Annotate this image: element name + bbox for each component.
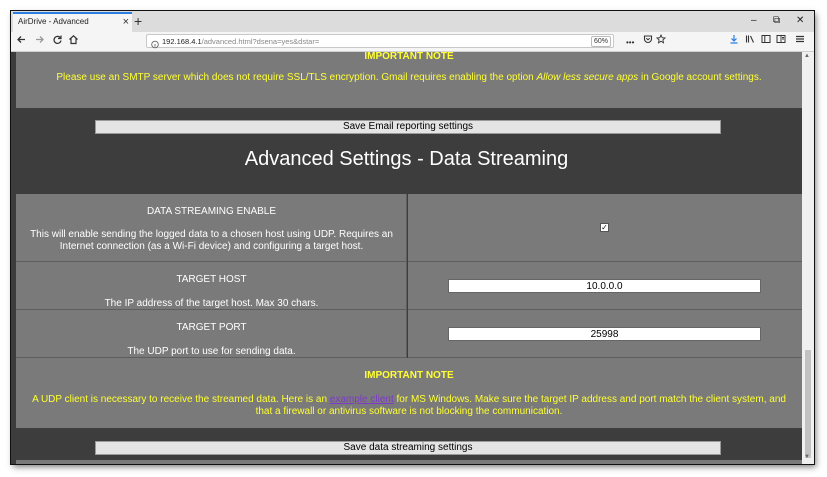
tab-close-icon[interactable]: × xyxy=(123,15,129,29)
restore-icon[interactable]: ⧉ xyxy=(773,14,780,28)
minimize-icon[interactable]: – xyxy=(751,14,757,28)
vertical-scrollbar[interactable]: ▲ ▼ xyxy=(802,52,814,464)
back-arrow-icon[interactable] xyxy=(16,34,27,50)
url-path: /advanced.html?dsena=yes&dstar= xyxy=(201,37,320,46)
email-note-text-italic: Allow less secure apps xyxy=(536,72,639,83)
target-host-row: TARGET HOST The IP address of the target… xyxy=(16,262,802,310)
target-host-description: The IP address of the target host. Max 3… xyxy=(104,298,319,309)
streaming-enable-checkbox[interactable]: ✓ xyxy=(600,223,609,232)
streaming-note-heading: IMPORTANT NOTE xyxy=(364,370,454,381)
target-host-control-cell xyxy=(408,262,802,310)
pocket-icon[interactable] xyxy=(643,34,653,49)
next-section-edge xyxy=(16,460,802,464)
target-port-row: TARGET PORT The UDP port to use for send… xyxy=(16,310,802,358)
title-bar: AirDrive - Advanced × + – ⧉ ✕ xyxy=(11,11,814,32)
page-actions-icon[interactable]: ••• xyxy=(626,35,634,50)
sidebar-icon[interactable] xyxy=(761,34,771,49)
library-icon[interactable] xyxy=(745,34,756,49)
zoom-level[interactable]: 60% xyxy=(591,36,612,47)
target-host-label-cell: TARGET HOST The IP address of the target… xyxy=(16,262,407,310)
reload-icon[interactable] xyxy=(52,34,63,50)
target-host-input[interactable] xyxy=(448,279,761,293)
browser-window: AirDrive - Advanced × + – ⧉ ✕ 192.168.4.… xyxy=(11,11,814,464)
browser-tab[interactable]: AirDrive - Advanced × xyxy=(13,12,132,32)
email-important-note: IMPORTANT NOTE Please use an SMTP server… xyxy=(16,52,802,108)
new-tab-icon[interactable]: + xyxy=(134,12,142,30)
home-icon[interactable] xyxy=(68,34,79,50)
email-note-text: Please use an SMTP server which does not… xyxy=(26,72,792,84)
tab-title: AirDrive - Advanced xyxy=(18,17,89,26)
downloads-icon[interactable] xyxy=(729,34,739,49)
url-host: 192.168.4.1 xyxy=(162,37,202,46)
email-note-text-before: Please use an SMTP server which does not… xyxy=(56,72,537,83)
streaming-note-text: A UDP client is necessary to receive the… xyxy=(26,394,792,418)
page-content: IMPORTANT NOTE Please use an SMTP server… xyxy=(11,52,802,464)
example-client-link[interactable]: example client xyxy=(330,394,394,405)
target-port-control-cell xyxy=(408,310,802,358)
hamburger-menu-icon[interactable] xyxy=(795,34,805,49)
streaming-important-note: IMPORTANT NOTE A UDP client is necessary… xyxy=(16,358,802,428)
navigation-bar: 192.168.4.1/advanced.html?dsena=yes&dsta… xyxy=(11,32,814,52)
forward-arrow-icon[interactable] xyxy=(34,34,45,50)
streaming-note-text-before: A UDP client is necessary to receive the… xyxy=(32,394,330,405)
target-port-description: The UDP port to use for sending data. xyxy=(127,346,296,357)
streaming-enable-label: DATA STREAMING ENABLE xyxy=(146,206,277,217)
section-title: Advanced Settings - Data Streaming xyxy=(244,148,569,170)
target-port-label: TARGET PORT xyxy=(176,322,247,333)
url-text: 192.168.4.1/advanced.html?dsena=yes&dsta… xyxy=(162,36,319,47)
save-streaming-settings-button[interactable]: Save data streaming settings xyxy=(95,441,721,455)
email-note-text-after: in Google account settings. xyxy=(638,72,762,83)
scroll-up-icon[interactable]: ▲ xyxy=(804,53,810,59)
window-close-icon[interactable]: ✕ xyxy=(796,14,804,28)
address-bar[interactable]: 192.168.4.1/advanced.html?dsena=yes&dsta… xyxy=(146,34,614,49)
target-host-label: TARGET HOST xyxy=(176,274,247,285)
streaming-enable-control-cell: ✓ xyxy=(408,194,802,262)
scroll-down-icon[interactable]: ▼ xyxy=(804,454,810,460)
streaming-enable-label-cell: DATA STREAMING ENABLE This will enable s… xyxy=(16,194,407,262)
email-note-heading: IMPORTANT NOTE xyxy=(364,52,454,62)
streaming-enable-row: DATA STREAMING ENABLE This will enable s… xyxy=(16,194,802,262)
save-email-settings-button[interactable]: Save Email reporting settings xyxy=(95,120,721,134)
streaming-enable-description: This will enable sending the logged data… xyxy=(30,229,393,252)
target-port-input[interactable] xyxy=(448,327,761,341)
target-port-label-cell: TARGET PORT The UDP port to use for send… xyxy=(16,310,407,358)
reader-view-icon[interactable] xyxy=(776,34,786,49)
bookmark-star-icon[interactable] xyxy=(655,33,667,49)
scrollbar-thumb[interactable] xyxy=(805,350,811,458)
